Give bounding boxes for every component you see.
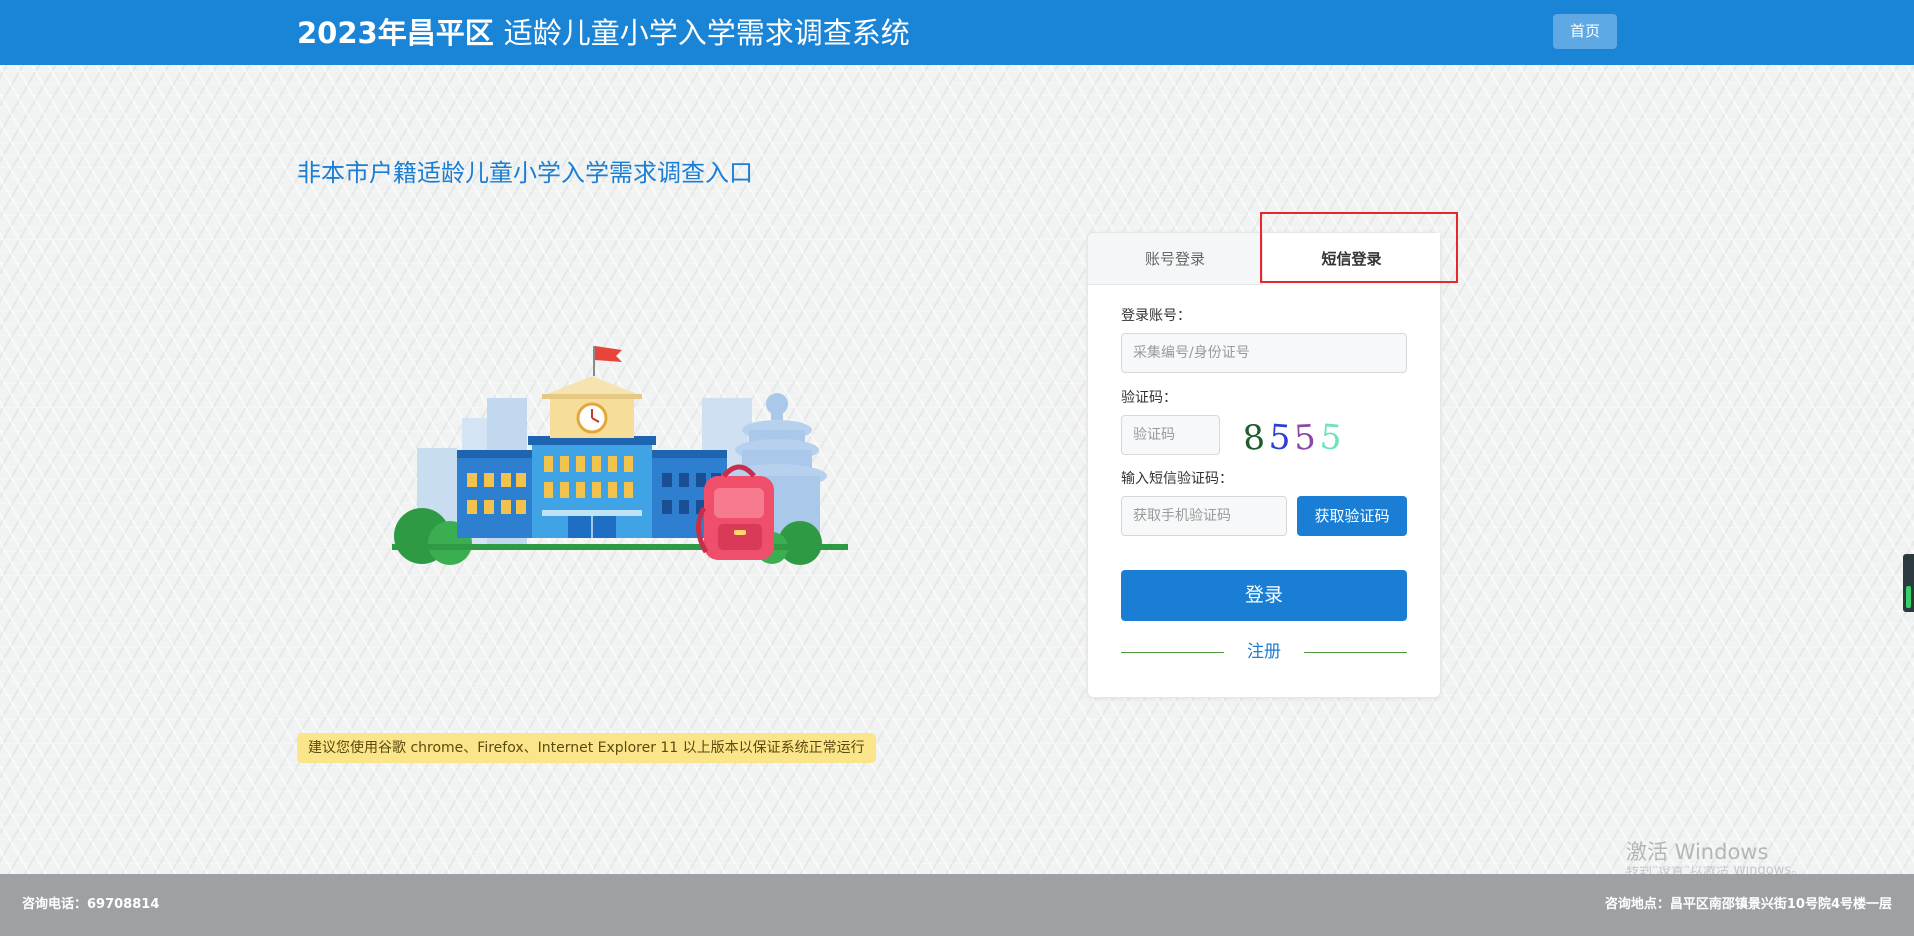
divider-left — [1121, 652, 1224, 653]
side-scroll-widget[interactable] — [1903, 554, 1914, 612]
account-label: 登录账号： — [1121, 308, 1191, 324]
tab-account-login[interactable]: 账号登录 — [1088, 233, 1263, 285]
captcha-char: 8 — [1240, 416, 1271, 460]
footer-address: 咨询地点：昌平区南邵镇景兴街10号院4号楼一层 — [1604, 897, 1892, 912]
side-widget-bar — [1906, 586, 1911, 608]
login-tabs: 账号登录 短信登录 — [1088, 233, 1440, 285]
system-title-year: 2023年昌平区 — [297, 16, 494, 50]
sms-code-label: 输入短信验证码： — [1121, 471, 1233, 487]
sms-code-input[interactable] — [1121, 496, 1287, 536]
browser-tip: 建议您使用谷歌 chrome、Firefox、Internet Explorer… — [297, 733, 876, 763]
home-button[interactable]: 首页 — [1553, 14, 1617, 49]
captcha-label: 验证码： — [1121, 390, 1177, 406]
page-title: 非本市户籍适龄儿童小学入学需求调查入口 — [297, 159, 753, 187]
captcha-char: 5 — [1293, 417, 1321, 459]
windows-watermark-subtitle: 转到"设置"以激活 Windows。 — [1626, 866, 1805, 874]
system-title: 2023年昌平区 适龄儿童小学入学需求调查系统 — [297, 14, 910, 52]
captcha-input[interactable] — [1121, 415, 1220, 455]
divider-right — [1304, 652, 1407, 653]
captcha-image[interactable]: 8555 — [1240, 416, 1363, 460]
footer-phone: 咨询电话：69708814 — [22, 897, 160, 912]
captcha-char: 5 — [1267, 417, 1296, 459]
captcha-char: 5 — [1318, 416, 1348, 460]
school-building-illustration — [392, 346, 848, 565]
system-title-main: 适龄儿童小学入学需求调查系统 — [503, 16, 910, 50]
login-button[interactable]: 登录 — [1121, 570, 1407, 621]
get-sms-code-button[interactable]: 获取验证码 — [1297, 496, 1407, 536]
footer: 咨询电话：69708814 咨询地点：昌平区南邵镇景兴街10号院4号楼一层 — [0, 874, 1914, 936]
account-input[interactable] — [1121, 333, 1407, 373]
register-link[interactable]: 注册 — [1224, 639, 1304, 665]
login-panel: 账号登录 短信登录 登录账号： 验证码： 8555 输入短信验证码： 获取验证码… — [1087, 232, 1441, 698]
tab-sms-login[interactable]: 短信登录 — [1263, 233, 1440, 285]
windows-watermark: 激活 Windows — [1626, 840, 1769, 864]
top-header: 2023年昌平区 适龄儿童小学入学需求调查系统 首页 — [0, 0, 1914, 65]
